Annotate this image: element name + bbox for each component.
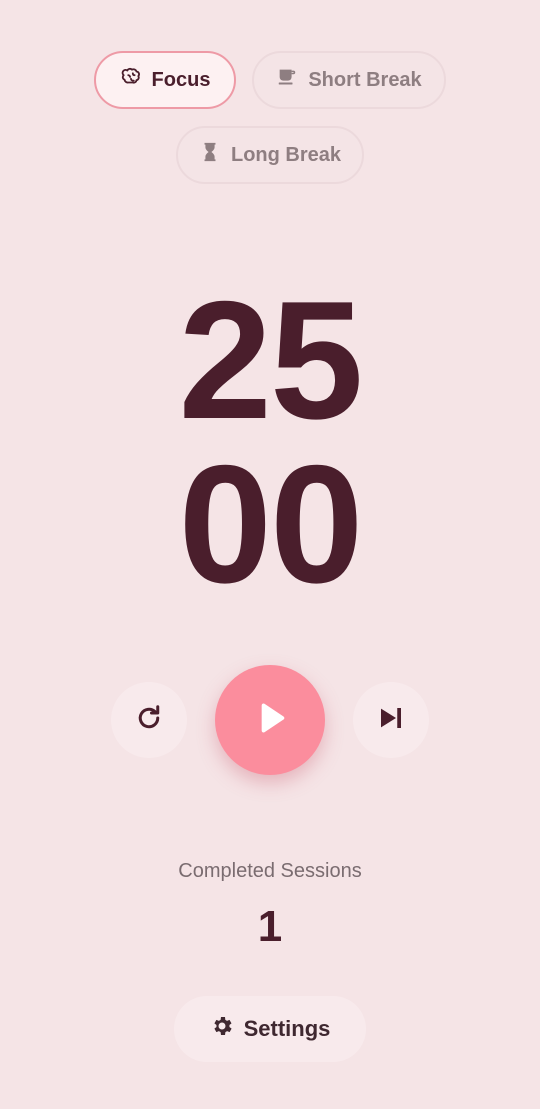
play-icon bbox=[250, 698, 290, 743]
mode-long-break-chip[interactable]: Long Break bbox=[176, 126, 364, 184]
mode-short-break-label: Short Break bbox=[308, 68, 422, 91]
mode-focus-chip[interactable]: Focus bbox=[94, 51, 236, 109]
gear-icon bbox=[210, 1014, 234, 1044]
mode-focus-label: Focus bbox=[151, 68, 211, 91]
coffee-cup-icon bbox=[276, 66, 298, 94]
skip-next-icon bbox=[376, 703, 406, 738]
mode-long-break-label: Long Break bbox=[230, 143, 342, 166]
skip-button[interactable] bbox=[353, 682, 429, 758]
timer-seconds: 00 bbox=[178, 430, 364, 618]
reset-button[interactable] bbox=[111, 682, 187, 758]
completed-sessions-label: Completed Sessions bbox=[178, 860, 362, 882]
settings-button[interactable]: Settings bbox=[174, 996, 366, 1062]
brain-icon bbox=[120, 66, 142, 94]
mode-short-break-chip[interactable]: Short Break bbox=[252, 51, 446, 109]
hourglass-icon bbox=[199, 141, 221, 169]
completed-sessions-count: 1 bbox=[257, 902, 283, 951]
settings-label: Settings bbox=[243, 1016, 331, 1041]
refresh-icon bbox=[134, 703, 164, 738]
timer-minutes: 25 bbox=[178, 266, 364, 454]
pomodoro-screen: Focus Short Break Long Break 25 00 Compl… bbox=[0, 0, 540, 1109]
play-button[interactable] bbox=[215, 665, 325, 775]
